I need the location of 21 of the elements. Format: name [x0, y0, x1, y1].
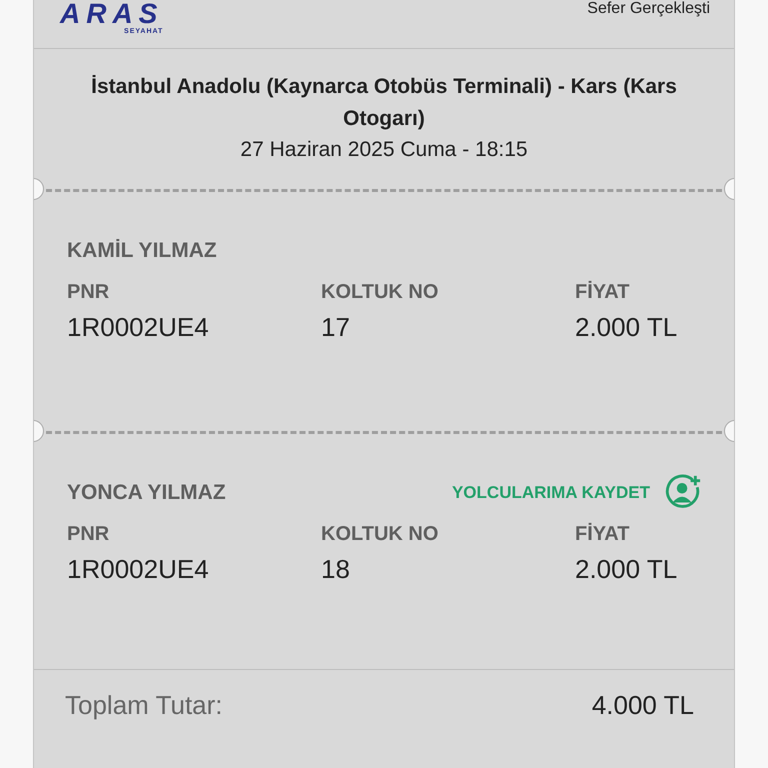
total-amount: 4.000 TL [592, 690, 694, 721]
trip-status: Sefer Gerçekleşti [587, 0, 710, 18]
route-title: İstanbul Anadolu (Kaynarca Otobüs Terminali) - Kars (Kars Otogarı) [90, 74, 678, 132]
ticket-price: 2.000 TL [575, 554, 678, 585]
seat-label: KOLTUK NO [321, 523, 440, 546]
pnr-code: 1R0002UE4 [67, 312, 210, 343]
seat-number: 18 [321, 554, 351, 585]
trip-date: 27 Haziran 2025 Cuma - 18:15 [239, 137, 529, 163]
passenger-name: KAMİL YILMAZ [67, 239, 217, 263]
price-label: FİYAT [575, 281, 630, 304]
pnr-label: PNR [67, 523, 110, 546]
logo-text: ARAS [60, 0, 164, 28]
passenger-name: YONCA YILMAZ [67, 481, 226, 505]
total-label: Toplam Tutar: [65, 690, 223, 721]
seat-number: 17 [321, 312, 351, 343]
seat-label: KOLTUK NO [321, 281, 440, 304]
save-passenger-button[interactable]: YOLCULARIMA KAYDET [452, 474, 702, 512]
price-label: FİYAT [575, 523, 630, 546]
pnr-code: 1R0002UE4 [67, 554, 210, 585]
ticket-price: 2.000 TL [575, 312, 678, 343]
pnr-label: PNR [67, 281, 110, 304]
